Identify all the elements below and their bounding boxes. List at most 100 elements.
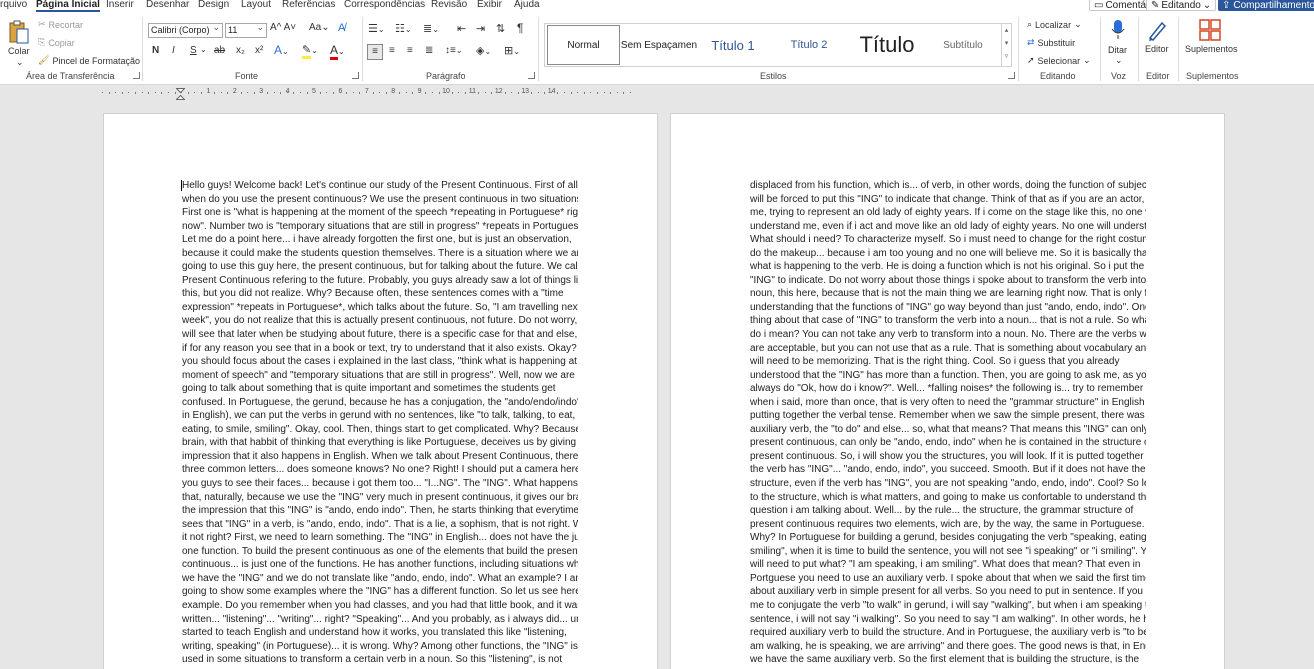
ruler-tick [293,92,295,94]
ruler-tick [590,92,592,93]
ruler-tick [201,92,202,94]
italic-button[interactable]: I [172,45,175,56]
ruler-tick [385,92,387,94]
ruler-tick [187,92,189,94]
ruler-tick [484,92,486,93]
font-size-dropdown[interactable]: 11 [225,21,267,38]
underline-chevron-icon[interactable]: ⌄ [200,45,207,54]
document-page-2[interactable]: displaced from his function, which is...… [670,113,1225,669]
decrease-indent-button[interactable]: ⇤ [457,22,466,35]
shading-button[interactable]: ◈⌄ [476,44,491,57]
editing-mode-button[interactable]: ✎ Editando ⌄ [1146,0,1217,11]
tab-8[interactable]: Revisão [431,0,467,10]
grow-shrink-font-buttons[interactable]: A^ A˅ [270,22,296,33]
tab-3[interactable]: Desenhar [146,0,189,10]
tab-9[interactable]: Exibir [477,0,502,10]
bullets-button[interactable]: ☰⌄ [368,22,385,35]
multilevel-list-button[interactable]: ≣⌄ [423,22,439,35]
text-line: the verb has "ING"... "ando, endo, indo"… [750,464,1146,476]
ruler-tick [418,92,420,93]
microphone-icon [1111,20,1125,39]
style-normal[interactable]: Normal [547,25,620,65]
subscript-button[interactable]: x₂ [236,45,245,56]
sort-button[interactable]: ⇅ [496,22,505,35]
line-spacing-button[interactable]: ↕≡⌄ [445,45,463,56]
tab-0[interactable]: rquivo [0,0,27,10]
replace-button[interactable]: ⇄ Substituir [1027,37,1075,48]
style-title[interactable]: Título [849,25,925,65]
share-button[interactable]: ⇪ Compartilhamento [1218,0,1314,11]
document-page-1[interactable]: Hello guys! Welcome back! Let's continue… [103,113,658,669]
editor-button[interactable]: Editor [1142,17,1174,67]
align-right-button[interactable]: ≡ [407,45,413,56]
style-heading-2[interactable]: Título 2 [770,25,848,65]
style-subtitle[interactable]: Subtítulo [926,25,1000,65]
ruler-tick [445,92,447,93]
ruler-tick [603,92,605,93]
paste-button[interactable]: Colar ⌄ [6,17,32,67]
text-line: will be forced to put this "ING" to indi… [750,193,1146,205]
addins-button[interactable]: Suplementos [1182,17,1238,67]
font-launcher[interactable] [352,72,359,79]
tab-2[interactable]: Inserir [106,0,134,10]
align-left-button[interactable]: ≡ [367,44,383,60]
change-case-button[interactable]: Aa⌄ [309,22,330,33]
tab-6[interactable]: Referências [282,0,335,10]
tab-4[interactable]: Design [198,0,229,10]
justify-button[interactable]: ≣ [425,45,433,56]
font-name-dropdown[interactable]: Calibri (Corpo) [148,21,223,38]
numbering-button[interactable]: ☷⌄ [395,22,412,35]
strikethrough-button[interactable]: ab [214,45,225,56]
tab-1[interactable]: Página Inicial [36,0,100,12]
ruler-tick [372,92,374,94]
paste-label: Colar [8,46,30,56]
text-line: will need to be memorizing. That is the … [750,356,1120,368]
page-1-text[interactable]: Hello guys! Welcome back! Let's continue… [182,179,578,667]
bold-button[interactable]: N [152,45,159,56]
subscript-label: x₂ [236,45,245,56]
text-line: will need to put what? "I am speaking, i… [750,559,1141,571]
style-heading-1[interactable]: Título 1 [697,25,769,65]
ruler-tick [550,92,552,93]
select-button[interactable]: ➚ Selecionar ⌄ [1027,55,1091,66]
underline-button[interactable]: S [190,45,197,56]
show-marks-button[interactable]: ¶ [517,21,523,35]
cut-button[interactable]: ✂ Recortar [38,19,83,30]
text-line: sees that "ING" in a verb, is "ando, end… [182,518,578,530]
styles-gallery: Normal Sem Espaçamen Título 1 Título 2 T… [544,23,1012,67]
indent-marker-icon [175,88,186,100]
tab-7[interactable]: Correspondências [344,0,425,10]
copy-button[interactable]: ⎘ Copiar [38,37,75,48]
style-no-spacing[interactable]: Sem Espaçamen [621,25,697,65]
format-painter-button[interactable]: 🖌 Pincel de Formatação [38,55,140,66]
find-button[interactable]: ⌕ Localizar ⌄ [1027,19,1082,30]
superscript-button[interactable]: x² [255,45,263,56]
dictate-button[interactable]: Ditar ⌄ [1104,17,1132,67]
ruler-tick [379,92,381,93]
font-color-button[interactable]: A⌄ [330,43,345,60]
indent-marker[interactable] [175,87,186,100]
text-line: this, but you did not realize. Why? Beca… [182,288,564,300]
page-2-text[interactable]: displaced from his function, which is...… [750,179,1146,667]
text-line: about auxiliary verb in simple present f… [750,586,1146,598]
ruler-tick [214,92,216,94]
borders-button[interactable]: ⊞⌄ [504,44,520,57]
clear-formatting-button[interactable]: A̸ [338,22,345,34]
ruler-tick [326,92,328,93]
clipboard-launcher[interactable] [133,72,140,79]
share-icon: ⇪ [1222,0,1231,11]
increase-indent-button[interactable]: ⇥ [476,22,485,35]
paste-chevron-icon: ⌄ [16,57,24,67]
align-center-button[interactable]: ≡ [389,45,395,56]
styles-gallery-scroll[interactable]: ▴ ▾ ▿ [1001,24,1011,66]
tab-10[interactable]: Ajuda [514,0,540,10]
horizontal-ruler[interactable]: 1234567891011121314 [0,86,1314,100]
styles-launcher[interactable] [1008,72,1015,79]
format-painter-label: Pincel de Formatação [52,55,140,66]
ruler-tick [300,92,301,93]
highlight-button[interactable]: ✎⌄ [302,43,318,59]
tab-5[interactable]: Layout [241,0,271,10]
text-effects-button[interactable]: A⌄ [274,43,289,57]
expand-gallery-icon: ▿ [1004,53,1009,60]
paragraph-launcher[interactable] [528,72,535,79]
